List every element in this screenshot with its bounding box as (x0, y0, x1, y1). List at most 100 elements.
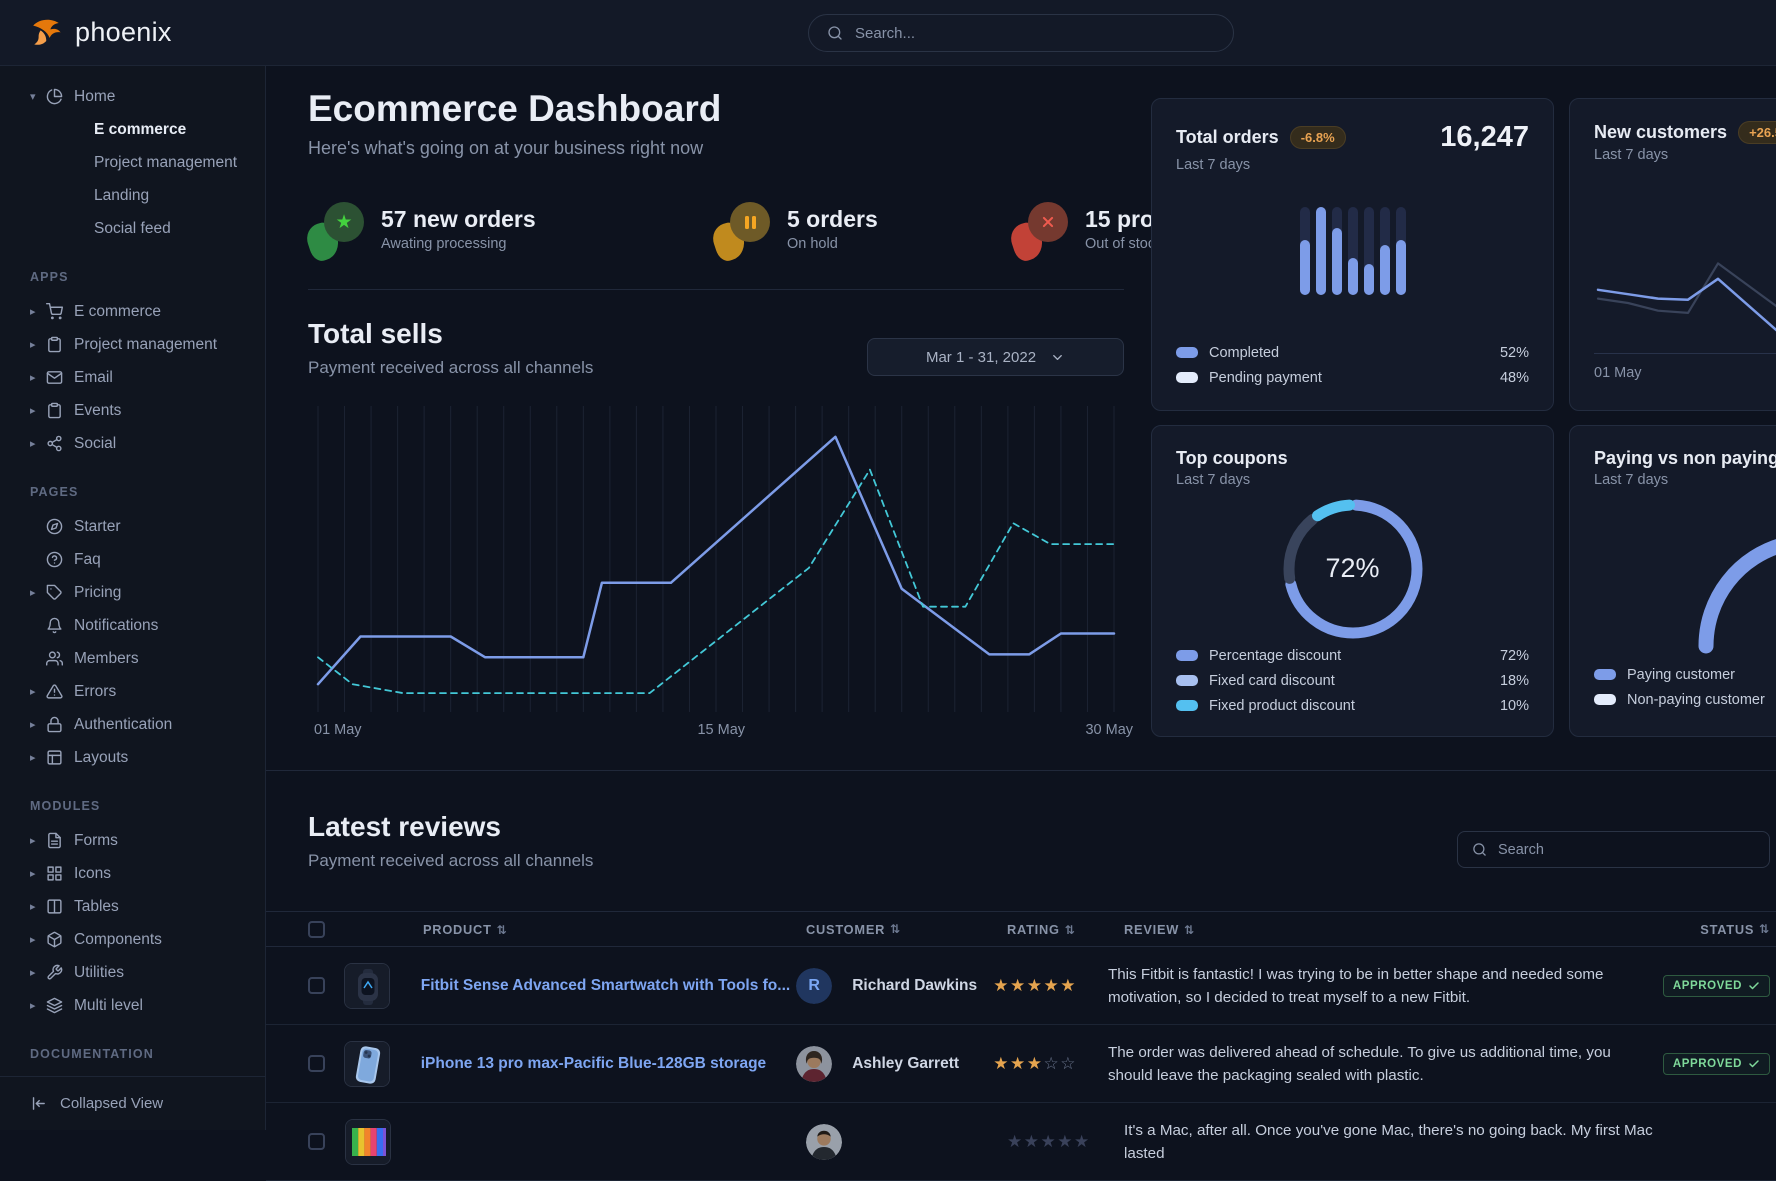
stat-label: On hold (787, 236, 878, 252)
layout-icon (46, 749, 74, 766)
sidebar-item-e-commerce[interactable]: ▸ E commerce (30, 295, 257, 328)
global-search[interactable] (808, 14, 1234, 52)
sidebar-item-multi-level[interactable]: ▸ Multi level (30, 989, 257, 1022)
mail-icon (46, 369, 63, 386)
card-period: Last 7 days (1570, 144, 1776, 163)
select-all-checkbox[interactable] (308, 921, 325, 938)
sidebar-item-project-management[interactable]: Project management (30, 146, 257, 179)
sidebar-item-icons[interactable]: ▸ Icons (30, 857, 257, 890)
sidebar-item-project-management[interactable]: ▸ Project management (30, 328, 257, 361)
column-header-customer[interactable]: CUSTOMER⇅ (806, 922, 1007, 937)
package-icon (46, 931, 63, 948)
column-header-rating[interactable]: RATING⇅ (1007, 922, 1124, 937)
grid-icon (46, 865, 63, 882)
sidebar-item-label: Layouts (74, 749, 128, 767)
sidebar-item-authentication[interactable]: ▸ Authentication (30, 708, 257, 741)
trend-badge: -6.8% (1290, 126, 1346, 149)
table-row: iPhone 13 pro max-Pacific Blue-128GB sto… (266, 1025, 1776, 1103)
collapse-view-button[interactable]: Collapsed View (0, 1076, 265, 1130)
caret-right-icon: ▸ (30, 371, 46, 384)
sidebar-item-utilities[interactable]: ▸ Utilities (30, 956, 257, 989)
sidebar-item-label: Notifications (74, 617, 158, 635)
brand-name: phoenix (75, 17, 172, 48)
sort-icon: ⇅ (1184, 923, 1195, 937)
product-image[interactable] (345, 1119, 391, 1165)
row-checkbox[interactable] (308, 977, 325, 994)
column-header-status[interactable]: STATUS⇅ (1690, 922, 1770, 937)
pie-chart-icon (46, 88, 63, 105)
product-link[interactable]: iPhone 13 pro max-Pacific Blue-128GB sto… (421, 1055, 766, 1072)
sidebar-item-e-commerce[interactable]: E commerce (30, 113, 257, 146)
sidebar-section-modules: MODULES (30, 799, 257, 813)
clipboard-icon (46, 402, 74, 419)
product-image[interactable] (344, 1041, 390, 1087)
users-icon (46, 650, 74, 667)
column-header-review[interactable]: REVIEW⇅ (1124, 922, 1690, 937)
sidebar-item-pricing[interactable]: ▸ Pricing (30, 576, 257, 609)
new-customers-line-chart (1594, 229, 1776, 353)
bar (1332, 207, 1342, 295)
brand-logo[interactable]: phoenix (0, 16, 172, 50)
search-icon (827, 25, 843, 41)
row-checkbox[interactable] (308, 1133, 325, 1150)
help-icon (46, 551, 63, 568)
search-icon (1472, 842, 1487, 857)
package-icon (46, 931, 74, 948)
tag-icon (46, 584, 74, 601)
x-axis-label: 01 May (1594, 365, 1642, 381)
latest-reviews-subtitle: Payment received across all channels (308, 851, 593, 871)
sidebar-item-forms[interactable]: ▸ Forms (30, 824, 257, 857)
tool-icon (46, 964, 74, 981)
bell-icon (46, 617, 74, 634)
sidebar-item-landing[interactable]: Landing (30, 179, 257, 212)
sidebar-item-label: Authentication (74, 716, 172, 734)
phoenix-logo-icon (30, 16, 64, 50)
pause-icon (716, 202, 770, 256)
status-badge: APPROVED (1663, 975, 1770, 997)
rating-stars: ★★★★★ (1007, 1132, 1091, 1152)
caret-right-icon: ▸ (30, 834, 46, 847)
users-icon (46, 650, 63, 667)
caret-down-icon: ▾ (30, 90, 46, 103)
product-image[interactable] (344, 963, 390, 1009)
sort-icon: ⇅ (497, 923, 508, 937)
row-checkbox[interactable] (308, 1055, 325, 1072)
sidebar-item-tables[interactable]: ▸ Tables (30, 890, 257, 923)
sidebar-item-home[interactable]: ▾ Home (30, 80, 257, 113)
legend-value: 72% (1500, 648, 1529, 664)
caret-right-icon: ▸ (30, 718, 46, 731)
x-icon (1014, 202, 1068, 256)
sidebar-item-faq[interactable]: Faq (30, 543, 257, 576)
reviews-search[interactable] (1457, 831, 1770, 868)
top-coupons-card: Top coupons Last 7 days 72% Percentage d… (1151, 425, 1554, 737)
sidebar-item-email[interactable]: ▸ Email (30, 361, 257, 394)
x-axis-label: 15 May (697, 722, 745, 738)
sidebar-item-label: Events (74, 402, 121, 420)
sidebar-item-notifications[interactable]: Notifications (30, 609, 257, 642)
sidebar-item-errors[interactable]: ▸ Errors (30, 675, 257, 708)
grid-icon (46, 865, 74, 882)
product-link[interactable]: Fitbit Sense Advanced Smartwatch with To… (421, 977, 790, 994)
caret-right-icon: ▸ (30, 437, 46, 450)
reviews-search-input[interactable] (1498, 842, 1755, 858)
layers-icon (46, 997, 63, 1014)
column-header-product[interactable]: PRODUCT⇅ (423, 922, 806, 937)
sidebar-item-social-feed[interactable]: Social feed (30, 212, 257, 245)
sidebar-item-components[interactable]: ▸ Components (30, 923, 257, 956)
sidebar-item-label: Home (74, 88, 115, 106)
sidebar-item-social[interactable]: ▸ Social (30, 427, 257, 460)
reviews-table: PRODUCT⇅ CUSTOMER⇅ RATING⇅ REVIEW⇅ STATU… (266, 911, 1776, 1181)
sidebar-item-starter[interactable]: Starter (30, 510, 257, 543)
global-search-input[interactable] (855, 25, 1215, 42)
lock-icon (46, 716, 63, 733)
layout-icon (46, 749, 63, 766)
total-sells-subtitle: Payment received across all channels (308, 358, 593, 378)
caret-right-icon: ▸ (30, 999, 46, 1012)
sidebar-item-events[interactable]: ▸ Events (30, 394, 257, 427)
sidebar-item-layouts[interactable]: ▸ Layouts (30, 741, 257, 774)
sidebar-item-members[interactable]: Members (30, 642, 257, 675)
status-badge: APPROVED (1663, 1053, 1770, 1075)
help-icon (46, 551, 74, 568)
date-range-select[interactable]: Mar 1 - 31, 2022 (867, 338, 1124, 376)
stat-label: Awating processing (381, 236, 536, 252)
